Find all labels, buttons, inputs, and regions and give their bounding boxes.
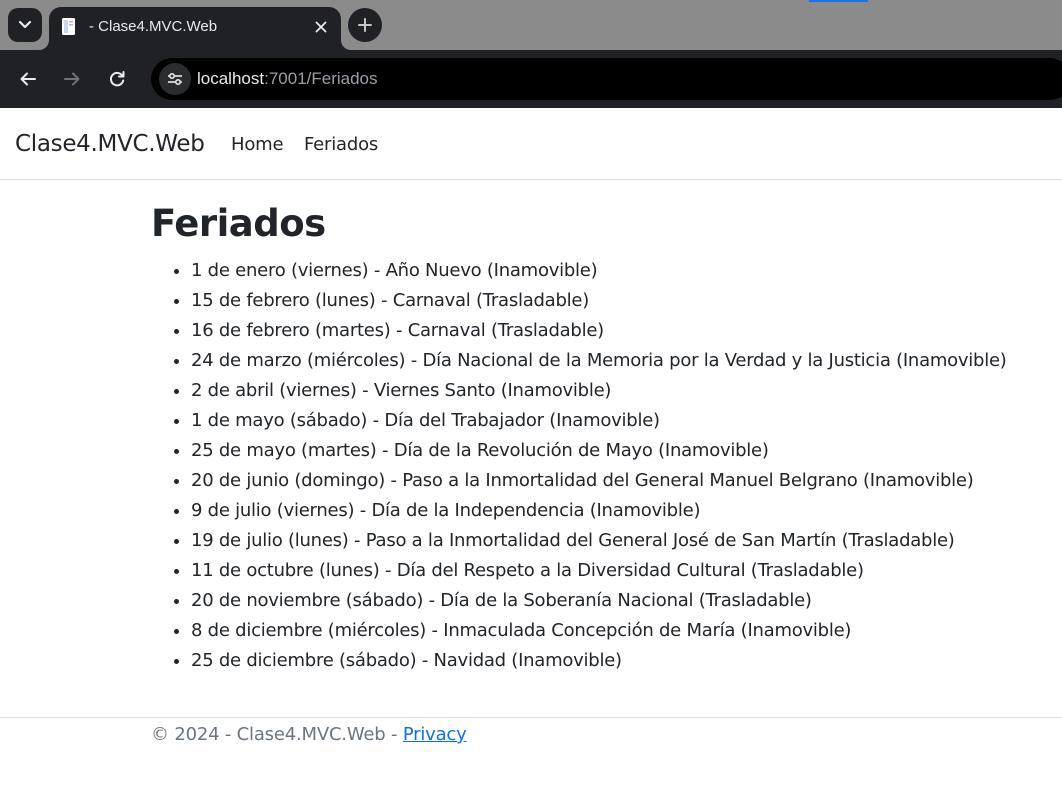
reload-button[interactable] — [101, 63, 133, 95]
navbar: Clase4.MVC.Web Home Feriados — [0, 108, 1062, 180]
url-path: :7001/Feriados — [264, 69, 378, 88]
navbar-brand[interactable]: Clase4.MVC.Web — [15, 131, 205, 157]
site-info-button[interactable] — [159, 63, 191, 95]
tab-title: - Clase4.MVC.Web — [89, 18, 218, 35]
tab-close-button[interactable] — [311, 17, 331, 37]
list-item: 24 de marzo (miércoles) - Día Nacional d… — [191, 346, 1051, 376]
back-button[interactable] — [12, 63, 44, 95]
page-title: Feriados — [151, 202, 326, 245]
browser-toolbar: localhost:7001/Feriados — [0, 50, 1062, 108]
list-item: 1 de enero (viernes) - Año Nuevo (Inamov… — [191, 256, 1051, 286]
list-item: 8 de diciembre (miércoles) - Inmaculada … — [191, 616, 1051, 646]
favicon-icon — [62, 18, 75, 35]
list-item: 20 de junio (domingo) - Paso a la Inmort… — [191, 466, 1051, 496]
tab-list-icon — [18, 20, 32, 29]
address-bar[interactable]: localhost:7001/Feriados — [151, 58, 1062, 100]
holiday-list: 1 de enero (viernes) - Año Nuevo (Inamov… — [151, 256, 1051, 676]
url-text[interactable]: localhost:7001/Feriados — [197, 69, 378, 89]
list-item: 1 de mayo (sábado) - Día del Trabajador … — [191, 406, 1051, 436]
profile-indicator — [809, 0, 868, 2]
nav-link-feriados[interactable]: Feriados — [304, 134, 378, 155]
new-tab-button[interactable] — [348, 8, 382, 42]
main-content: Feriados 1 de enero (viernes) - Año Nuev… — [151, 200, 1051, 676]
list-item: 25 de diciembre (sábado) - Navidad (Inam… — [191, 646, 1051, 676]
active-tab[interactable]: - Clase4.MVC.Web — [49, 7, 341, 50]
footer: © 2024 - Clase4.MVC.Web - Privacy — [0, 717, 1062, 810]
page-content: Clase4.MVC.Web Home Feriados Feriados 1 … — [0, 108, 1062, 810]
close-icon — [315, 21, 327, 33]
list-item: 9 de julio (viernes) - Día de la Indepen… — [191, 496, 1051, 526]
list-item: 20 de noviembre (sábado) - Día de la Sob… — [191, 586, 1051, 616]
list-item: 25 de mayo (martes) - Día de la Revoluci… — [191, 436, 1051, 466]
list-item: 19 de julio (lunes) - Paso a la Inmortal… — [191, 526, 1051, 556]
tab-search-button[interactable] — [8, 8, 42, 42]
list-item: 2 de abril (viernes) - Viernes Santo (In… — [191, 376, 1051, 406]
list-item: 11 de octubre (lunes) - Día del Respeto … — [191, 556, 1051, 586]
plus-icon — [358, 18, 372, 32]
footer-text: © 2024 - Clase4.MVC.Web - Privacy — [151, 724, 467, 745]
forward-button[interactable] — [56, 63, 88, 95]
footer-copyright: © 2024 - Clase4.MVC.Web - — [151, 724, 403, 745]
forward-icon — [64, 72, 80, 86]
privacy-link[interactable]: Privacy — [403, 724, 467, 745]
site-info-icon — [168, 72, 182, 86]
url-host: localhost — [197, 69, 265, 88]
list-item: 15 de febrero (lunes) - Carnaval (Trasla… — [191, 286, 1051, 316]
nav-link-home[interactable]: Home — [231, 134, 284, 155]
list-item: 16 de febrero (martes) - Carnaval (Trasl… — [191, 316, 1051, 346]
back-icon — [20, 72, 36, 86]
tab-strip: - Clase4.MVC.Web — [0, 0, 1062, 50]
reload-icon — [109, 71, 125, 87]
